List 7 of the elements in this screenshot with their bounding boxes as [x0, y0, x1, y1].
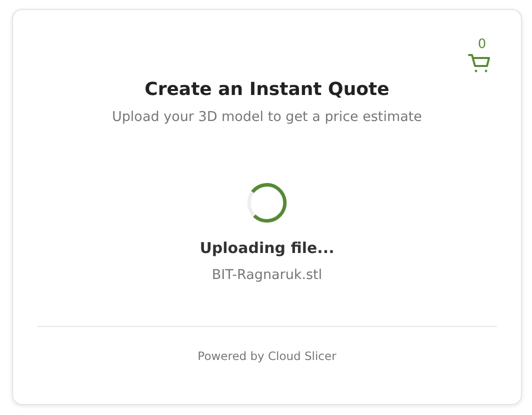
upload-status: Uploading file...: [200, 238, 334, 258]
cart-count: 0: [478, 38, 486, 52]
quote-subtitle: Upload your 3D model to get a price estimate: [112, 108, 422, 126]
quote-title: Create an Instant Quote: [144, 78, 390, 102]
file-name: BIT-Ragnaruk.stl: [212, 266, 322, 284]
powered-by-text: Powered by Cloud Slicer: [198, 349, 336, 364]
cart-button[interactable]: 0: [466, 38, 494, 74]
